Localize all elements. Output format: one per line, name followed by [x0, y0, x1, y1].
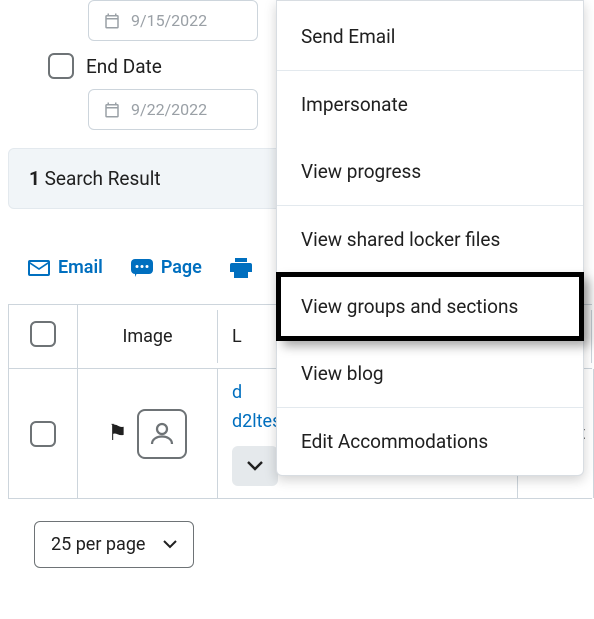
start-date-input[interactable]: 9/15/2022 [88, 0, 258, 41]
flag-icon[interactable]: ⚑ [108, 421, 128, 446]
image-cell: ⚑ [78, 369, 218, 498]
pager: 25 per page [34, 521, 594, 568]
page-button[interactable]: Page [131, 257, 202, 278]
menu-view-blog[interactable]: View blog [277, 340, 583, 407]
print-icon [230, 258, 252, 278]
email-button[interactable]: Email [28, 257, 103, 278]
menu-view-progress[interactable]: View progress [277, 138, 583, 205]
expand-user-menu-button[interactable] [232, 446, 278, 486]
end-date-checkbox[interactable] [48, 53, 74, 79]
partial-name-above[interactable]: d [232, 382, 242, 403]
person-icon [147, 419, 177, 449]
page-chat-icon [131, 259, 153, 277]
select-all-checkbox[interactable] [30, 321, 56, 347]
end-date-value: 9/22/2022 [131, 100, 207, 119]
print-button[interactable] [230, 258, 252, 278]
email-icon [28, 260, 50, 276]
menu-send-email[interactable]: Send Email [277, 3, 583, 70]
row-checkbox[interactable] [30, 421, 56, 447]
select-all-header [8, 305, 78, 368]
image-header: Image [78, 310, 218, 363]
menu-view-shared-locker[interactable]: View shared locker files [277, 205, 583, 273]
menu-view-groups-sections[interactable]: View groups and sections [277, 273, 583, 340]
per-page-select[interactable]: 25 per page [34, 521, 194, 568]
page-label: Page [161, 257, 202, 278]
calendar-icon [103, 12, 121, 30]
menu-edit-accommodations[interactable]: Edit Accommodations [277, 407, 583, 475]
menu-impersonate[interactable]: Impersonate [277, 70, 583, 138]
calendar-icon [103, 101, 121, 119]
start-date-value: 9/15/2022 [131, 11, 207, 30]
user-context-menu: Send Email Impersonate View progress Vie… [276, 0, 584, 476]
per-page-label: 25 per page [51, 534, 145, 555]
chevron-down-icon [163, 540, 177, 549]
row-select-cell [8, 369, 78, 498]
avatar[interactable] [137, 409, 187, 459]
email-label: Email [58, 257, 103, 278]
end-date-label: End Date [86, 55, 162, 78]
search-result-text: 1 Search Result [29, 167, 161, 190]
end-date-input[interactable]: 9/22/2022 [88, 89, 258, 130]
chevron-down-icon [247, 461, 263, 471]
